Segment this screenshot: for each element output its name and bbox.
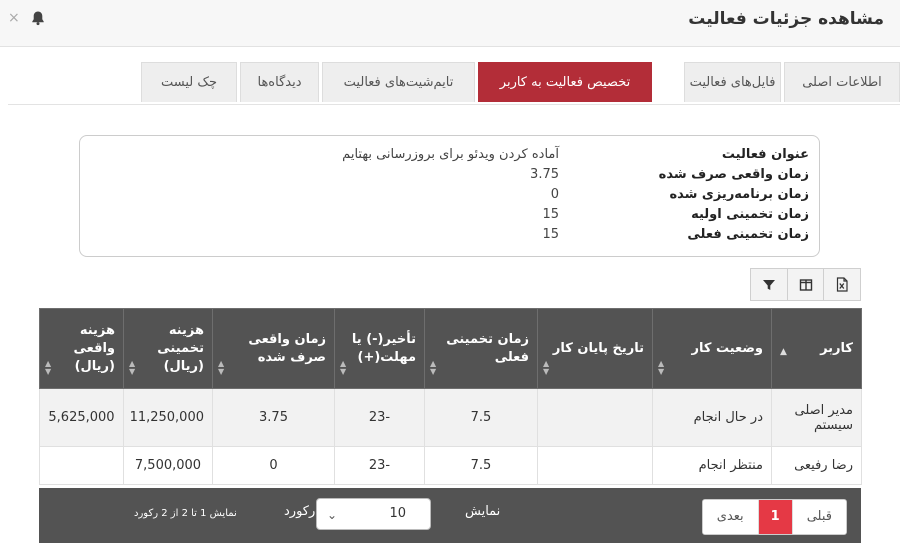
cell-user: مدیر اصلی سیستم [771, 388, 862, 447]
prev-page-button[interactable]: قبلی [792, 500, 846, 534]
page-1-button[interactable]: 1 [758, 500, 793, 534]
cell-end-date [537, 446, 653, 485]
page-size-select[interactable]: 10 ⌄ [316, 498, 431, 530]
next-page-button[interactable]: بعدی [702, 500, 759, 534]
sort-icon: ▲ ▼ [543, 359, 550, 376]
bell-icon[interactable] [30, 10, 46, 26]
info-row: زمان تخمینی فعلی 15 [90, 227, 809, 247]
sort-icon: ▲ ▼ [218, 359, 225, 376]
col-header-user[interactable]: کاربر ▲ [771, 308, 862, 389]
cell-estimated-cost: 11,250,000 [123, 388, 213, 447]
sort-icon: ▲ ▼ [129, 359, 136, 376]
tab-comments[interactable]: دیدگاه‌ها [240, 62, 319, 102]
col-header-current-estimate[interactable]: زمان تخمینی فعلی ▲ ▼ [424, 308, 538, 389]
sort-icon: ▲ ▼ [340, 359, 347, 376]
tab-bar: اطلاعات اصلی فایل‌های فعالیت تخصیص فعالی… [8, 62, 900, 105]
cell-estimated-cost: 7,500,000 [123, 446, 213, 485]
col-header-label: هزینه واقعی (ریال) [73, 322, 115, 374]
dialog-header: مشاهده جزئیات فعالیت × [0, 0, 900, 47]
tab-timesheets[interactable]: تایم‌شیت‌های فعالیت [322, 62, 475, 102]
col-header-status[interactable]: وضعیت کار ▲ ▼ [652, 308, 772, 389]
table-row[interactable]: مدیر اصلی سیستم در حال انجام 7.5 -23 3.7… [39, 388, 862, 447]
table-row[interactable]: رضا رفیعی منتظر انجام 7.5 -23 0 7,500,00… [39, 446, 862, 485]
dialog-title: مشاهده جزئیات فعالیت [688, 9, 884, 29]
cell-delay: -23 [334, 388, 425, 447]
tab-activity-files[interactable]: فایل‌های فعالیت [684, 62, 781, 102]
cell-delay: -23 [334, 446, 425, 485]
info-value-initial-estimate: 15 [542, 207, 559, 222]
col-header-delay[interactable]: تأخیر(-) یا مهلت(+) ▲ ▼ [334, 308, 425, 389]
sort-icon: ▲ ▼ [658, 359, 665, 376]
col-header-label: تاریخ پایان کار [552, 340, 644, 356]
info-value-title: آماده کردن ویدئو برای بروزرسانی بهتایم [342, 147, 559, 162]
pagination: قبلی 1 بعدی [701, 499, 847, 535]
tab-main-info[interactable]: اطلاعات اصلی [784, 62, 900, 102]
sort-icon: ▲ ▼ [45, 359, 52, 376]
col-header-label: زمان واقعی صرف شده [248, 331, 326, 365]
info-row: عنوان فعالیت آماده کردن ویدئو برای بروزر… [90, 147, 809, 167]
info-value-planned-time: 0 [550, 187, 559, 202]
info-row: زمان برنامه‌ریزی شده 0 [90, 187, 809, 207]
col-header-label: زمان تخمینی فعلی [446, 331, 529, 365]
cell-actual-cost: 5,625,000 [39, 388, 124, 447]
cell-actual-cost [39, 446, 124, 485]
cell-status: در حال انجام [652, 388, 772, 447]
col-header-estimated-cost[interactable]: هزینه تخمینی (ریال) ▲ ▼ [123, 308, 213, 389]
col-header-label: وضعیت کار [691, 340, 764, 356]
col-header-actual-time[interactable]: زمان واقعی صرف شده ▲ ▼ [212, 308, 335, 389]
info-value-actual-time: 3.75 [530, 167, 559, 182]
col-header-label: تأخیر(-) یا مهلت(+) [351, 331, 416, 365]
tab-checklist[interactable]: چک لیست [141, 62, 237, 102]
excel-export-icon [837, 277, 848, 292]
columns-button[interactable] [786, 269, 824, 300]
col-header-end-date[interactable]: تاریخ پایان کار ▲ ▼ [537, 308, 653, 389]
excel-export-button[interactable] [823, 269, 860, 300]
cell-actual-time: 0 [212, 446, 335, 485]
sort-asc-icon: ▲ [780, 346, 787, 357]
info-value-current-estimate: 15 [542, 227, 559, 242]
assignment-table: کاربر ▲ وضعیت کار ▲ ▼ تاریخ پایان کار ▲ ▼ زما… [39, 308, 862, 485]
cell-current-estimate: 7.5 [424, 446, 538, 485]
records-label: رکورد [284, 504, 316, 519]
cell-status: منتظر انجام [652, 446, 772, 485]
grid-footer: قبلی 1 بعدی نمایش 10 ⌄ رکورد نمایش 1 تا … [39, 488, 861, 543]
filter-icon [762, 279, 775, 290]
info-label-actual-time: زمان واقعی صرف شده [658, 167, 809, 182]
cell-current-estimate: 7.5 [424, 388, 538, 447]
show-label: نمایش [465, 504, 501, 519]
info-label-planned-time: زمان برنامه‌ریزی شده [669, 187, 809, 202]
columns-icon [799, 278, 812, 291]
cell-user: رضا رفیعی [771, 446, 862, 485]
sort-icon: ▲ ▼ [430, 359, 437, 376]
col-header-label: هزینه تخمینی (ریال) [157, 322, 204, 374]
activity-info-box: عنوان فعالیت آماده کردن ویدئو برای بروزر… [79, 135, 820, 257]
cell-actual-time: 3.75 [212, 388, 335, 447]
cell-end-date [537, 388, 653, 447]
page-size-value: 10 [389, 506, 406, 521]
tab-assign-user[interactable]: تخصیص فعالیت به کاربر [478, 62, 652, 102]
info-row: زمان تخمینی اولیه 15 [90, 207, 809, 227]
col-header-label: کاربر [820, 340, 853, 356]
info-label-initial-estimate: زمان تخمینی اولیه [691, 207, 809, 222]
info-label-current-estimate: زمان تخمینی فعلی [687, 227, 809, 242]
grid-toolbar [750, 268, 861, 301]
close-icon[interactable]: × [8, 10, 20, 26]
record-count-text: نمایش 1 تا 2 از 2 رکورد [134, 508, 237, 519]
info-label-title: عنوان فعالیت [721, 147, 809, 162]
info-row: زمان واقعی صرف شده 3.75 [90, 167, 809, 187]
col-header-actual-cost[interactable]: هزینه واقعی (ریال) ▲ ▼ [39, 308, 124, 389]
chevron-down-icon: ⌄ [327, 508, 338, 522]
table-header-row: کاربر ▲ وضعیت کار ▲ ▼ تاریخ پایان کار ▲ ▼ زما… [39, 308, 862, 389]
filter-button[interactable] [751, 269, 787, 300]
